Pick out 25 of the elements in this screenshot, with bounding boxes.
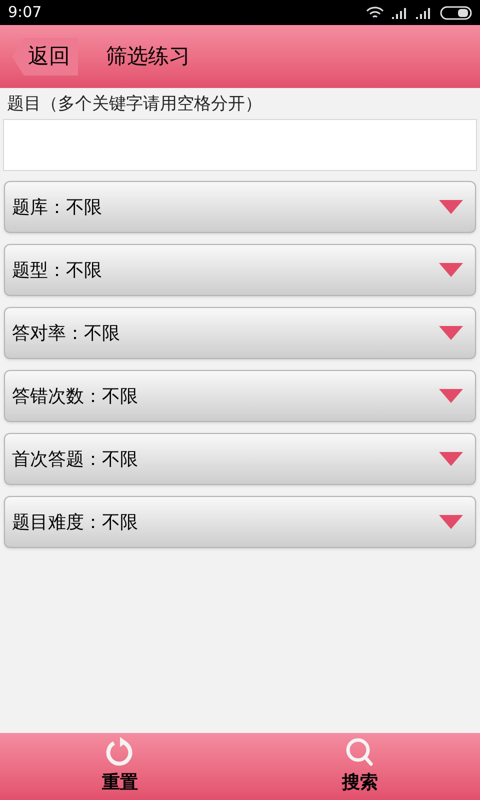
dropdown-arrow-icon: [439, 326, 463, 340]
page-title: 筛选练习: [106, 42, 190, 70]
battery-icon: [440, 6, 472, 20]
filter-dropdown[interactable]: 题目难度：不限: [4, 496, 476, 548]
dropdown-arrow-icon: [439, 515, 463, 529]
dropdown-arrow-icon: [439, 452, 463, 466]
filter-dropdown[interactable]: 题型：不限: [4, 244, 476, 296]
dropdown-arrow-icon: [439, 263, 463, 277]
filter-dropdown[interactable]: 首次答题：不限: [4, 433, 476, 485]
search-button[interactable]: 搜索: [240, 733, 480, 800]
filter-dropdown[interactable]: 题库：不限: [4, 181, 476, 233]
reset-button[interactable]: 重置: [0, 733, 240, 800]
signal-icon: [416, 6, 432, 18]
filter-dropdown[interactable]: 答对率：不限: [4, 307, 476, 359]
dropdown-arrow-icon: [439, 200, 463, 214]
dropdown-arrow-icon: [439, 389, 463, 403]
back-button[interactable]: 返回: [12, 38, 78, 76]
status-time: 9:07: [8, 2, 42, 24]
search-icon: [345, 737, 375, 767]
signal-icon: [392, 6, 408, 18]
wifi-icon: [366, 6, 384, 20]
filter-dropdown[interactable]: 答错次数：不限: [4, 370, 476, 422]
refresh-icon: [105, 737, 135, 767]
keyword-label: 题目（多个关键字请用空格分开）: [6, 93, 263, 116]
keyword-input[interactable]: [3, 119, 477, 171]
